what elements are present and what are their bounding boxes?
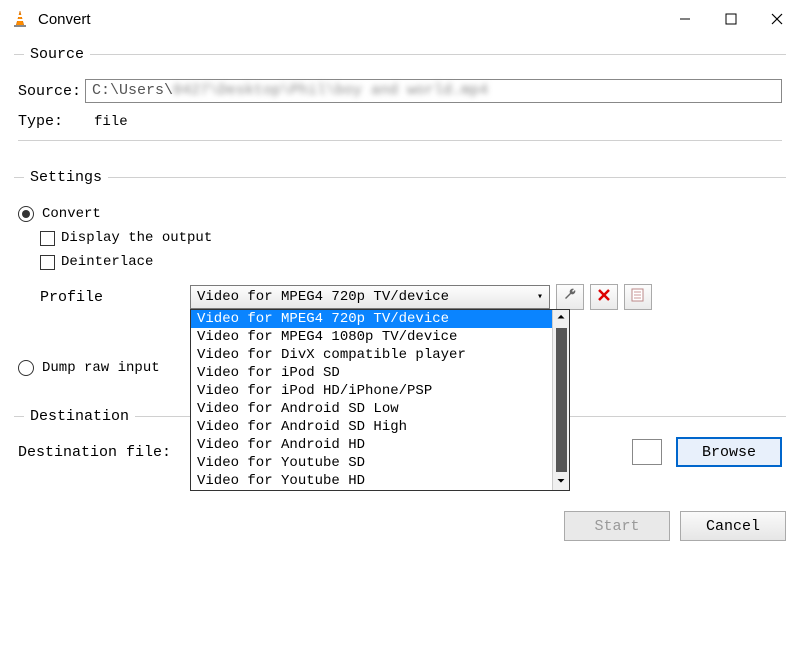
scroll-up-icon[interactable]: ⏶ <box>553 310 569 326</box>
radio-indicator-icon <box>18 206 34 222</box>
convert-radio[interactable]: Convert <box>18 206 782 222</box>
profile-option[interactable]: Video for iPod HD/iPhone/PSP <box>191 382 552 400</box>
settings-legend: Settings <box>24 169 108 186</box>
profile-selected-value: Video for MPEG4 720p TV/device <box>197 289 449 305</box>
source-group: Source Source: C:\Users\0427\Desktop\Phi… <box>14 46 786 157</box>
deinterlace-label: Deinterlace <box>61 254 153 270</box>
profile-select[interactable]: Video for MPEG4 720p TV/device ▾ Video f… <box>190 285 550 309</box>
window-controls <box>662 3 800 35</box>
scroll-down-icon[interactable]: ⏷ <box>553 474 569 490</box>
convert-radio-label: Convert <box>42 206 101 222</box>
source-path-obscured: 0427\Desktop\Phil\boy and world.mp4 <box>173 82 488 99</box>
source-path-input[interactable]: C:\Users\0427\Desktop\Phil\boy and world… <box>85 79 782 103</box>
destination-legend: Destination <box>24 408 135 425</box>
display-output-label: Display the output <box>61 230 212 246</box>
cancel-button[interactable]: Cancel <box>680 511 786 541</box>
destination-file-input[interactable] <box>632 439 662 465</box>
profile-label: Profile <box>40 289 190 306</box>
profile-option[interactable]: Video for Youtube HD <box>191 472 552 490</box>
chevron-down-icon: ▾ <box>537 291 543 303</box>
edit-profile-button[interactable] <box>556 284 584 310</box>
browse-button[interactable]: Browse <box>676 437 782 467</box>
destination-file-label: Destination file: <box>18 444 171 461</box>
source-path-visible: C:\Users\ <box>92 82 173 99</box>
start-button[interactable]: Start <box>564 511 670 541</box>
delete-icon <box>597 288 611 307</box>
profile-option[interactable]: Video for Youtube SD <box>191 454 552 472</box>
deinterlace-checkbox[interactable]: Deinterlace <box>40 254 782 270</box>
dump-raw-label: Dump raw input <box>42 360 160 376</box>
source-label: Source: <box>18 83 81 100</box>
window-title: Convert <box>38 11 662 28</box>
new-profile-button[interactable] <box>624 284 652 310</box>
titlebar: Convert <box>0 0 800 38</box>
profile-option[interactable]: Video for Android SD High <box>191 418 552 436</box>
profile-option[interactable]: Video for DivX compatible player <box>191 346 552 364</box>
new-profile-icon <box>630 287 646 308</box>
dropdown-scrollbar[interactable]: ⏶ ⏷ <box>552 310 569 490</box>
settings-group: Settings Convert Display the output Dein… <box>14 169 786 396</box>
checkbox-indicator-icon <box>40 231 55 246</box>
delete-profile-button[interactable] <box>590 284 618 310</box>
profile-option[interactable]: Video for iPod SD <box>191 364 552 382</box>
type-value: file <box>94 114 128 130</box>
close-button[interactable] <box>754 3 800 35</box>
profile-option[interactable]: Video for MPEG4 720p TV/device <box>191 310 552 328</box>
checkbox-indicator-icon <box>40 255 55 270</box>
display-output-checkbox[interactable]: Display the output <box>40 230 782 246</box>
source-legend: Source <box>24 46 90 63</box>
profile-dropdown: Video for MPEG4 720p TV/deviceVideo for … <box>190 309 570 491</box>
type-label: Type: <box>18 113 90 130</box>
profile-option[interactable]: Video for Android SD Low <box>191 400 552 418</box>
vlc-cone-icon <box>10 9 30 29</box>
scroll-thumb[interactable] <box>556 328 567 472</box>
minimize-button[interactable] <box>662 3 708 35</box>
wrench-icon <box>562 287 578 308</box>
profile-option[interactable]: Video for MPEG4 1080p TV/device <box>191 328 552 346</box>
dialog-buttons: Start Cancel <box>0 505 800 541</box>
maximize-button[interactable] <box>708 3 754 35</box>
radio-indicator-icon <box>18 360 34 376</box>
profile-option[interactable]: Video for Android HD <box>191 436 552 454</box>
